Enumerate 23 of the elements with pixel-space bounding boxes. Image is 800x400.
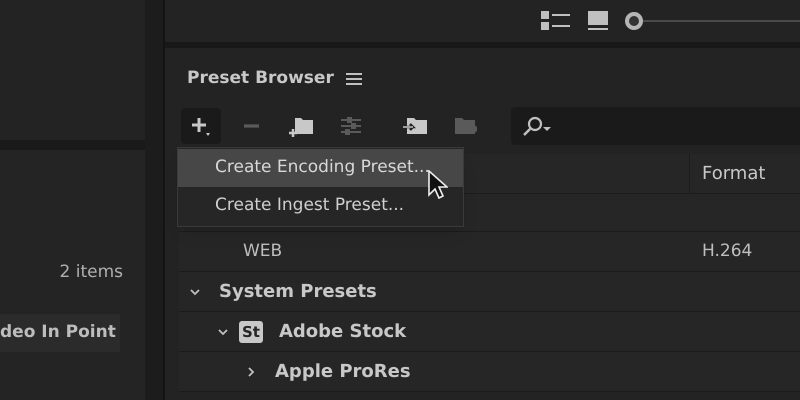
menu-item[interactable]: Create Ingest Preset... xyxy=(178,187,463,225)
icon-view-icon[interactable] xyxy=(587,10,609,32)
plus-icon xyxy=(189,115,213,137)
tree-item[interactable]: Apple ProRes xyxy=(275,358,411,385)
column-header[interactable]: deo In Point xyxy=(0,314,120,352)
search-field[interactable] xyxy=(511,107,800,145)
mouse-cursor-icon xyxy=(428,170,448,200)
column-header[interactable]: Format xyxy=(702,160,766,187)
item-count: 2 items xyxy=(60,261,123,284)
list-view-icon[interactable] xyxy=(541,11,571,31)
preset-format: H.264 xyxy=(701,240,752,263)
zoom-slider[interactable] xyxy=(625,10,800,32)
preset-name[interactable]: WEB xyxy=(179,238,689,264)
folder-plus-icon xyxy=(289,115,313,137)
tree-item[interactable]: System Presets xyxy=(219,278,377,305)
sliders-icon xyxy=(339,115,363,137)
menu-icon[interactable] xyxy=(346,72,362,86)
panel-title: Preset Browser xyxy=(187,67,334,90)
stock-badge: St xyxy=(239,320,263,342)
minus-icon xyxy=(244,124,258,128)
menu-item[interactable]: Create Encoding Preset... xyxy=(178,149,463,187)
tree-item[interactable]: Adobe Stock xyxy=(278,318,406,345)
add-button[interactable] xyxy=(181,108,221,144)
